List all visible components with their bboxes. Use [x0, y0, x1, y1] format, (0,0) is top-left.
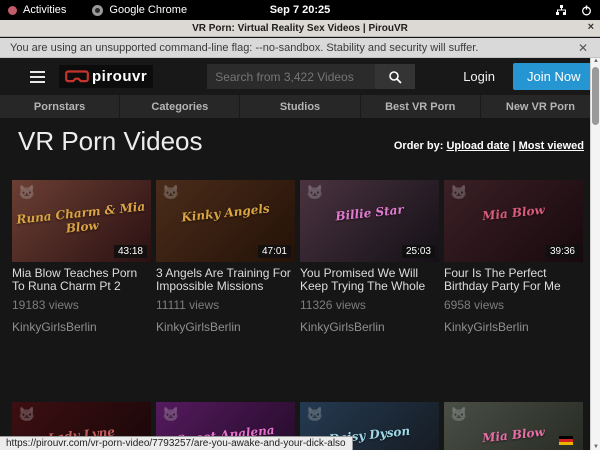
menu-hamburger-icon[interactable] [30, 71, 45, 83]
video-title-link[interactable]: Mia Blow Teaches Porn To Runa Charm Pt 2 [12, 267, 151, 294]
studio-cat-watermark-icon: 🐱 [18, 184, 35, 201]
nav-item-pornstars[interactable]: Pornstars [0, 95, 120, 118]
browser-tab-title: VR Porn: Virtual Reality Sex Videos | Pi… [192, 23, 408, 34]
video-view-count: 11326 views [300, 298, 439, 312]
status-bar-url: https://pirouvr.com/vr-porn-video/779325… [0, 436, 353, 450]
order-by-separator: | [512, 140, 515, 152]
video-title-link[interactable]: Four Is The Perfect Birthday Party For M… [444, 267, 583, 294]
video-card[interactable]: 🐱 Runa Charm & Mia Blow 43:18 Mia Blow T… [12, 180, 151, 334]
studio-cat-watermark-icon: 🐱 [450, 406, 467, 423]
scrollbar-down-arrow-icon[interactable]: ▼ [591, 444, 600, 450]
video-card[interactable]: 🐱 Sweet Analena 36:30 Watch Me Getting D… [156, 334, 295, 450]
video-title-link[interactable]: 3 Angels Are Training For Impossible Mis… [156, 267, 295, 294]
video-thumbnail[interactable]: 🐱 Billie Star 25:03 [300, 180, 439, 262]
video-view-count: 11111 views [156, 298, 295, 312]
video-duration-badge: 47:01 [258, 245, 291, 258]
vr-goggles-icon [65, 70, 89, 83]
video-studio-link[interactable]: KinkyGirlsBerlin [156, 320, 295, 334]
video-thumbnail[interactable]: 🐱 Mia Blow 35:58 [444, 402, 583, 450]
screen: Activities Google Chrome Sep 7 20:25 VR … [0, 0, 600, 450]
warning-close-icon[interactable]: ✕ [578, 41, 588, 55]
studio-cat-watermark-icon: 🐱 [18, 406, 35, 423]
page-scrollbar[interactable]: ▲ ▼ [590, 58, 600, 450]
nav-item-categories[interactable]: Categories [120, 95, 240, 118]
video-studio-link[interactable]: KinkyGirlsBerlin [444, 320, 583, 334]
nav-item-new-vr-porn[interactable]: New VR Porn [481, 95, 600, 118]
order-by: Order by: Upload date | Most viewed [394, 140, 584, 152]
video-view-count: 6958 views [444, 298, 583, 312]
page-title: VR Porn Videos [18, 126, 203, 157]
german-flag [559, 436, 573, 445]
scrollbar-up-arrow-icon[interactable]: ▲ [591, 58, 600, 64]
video-card[interactable]: 🐱 Mia Blow 39:36 Four Is The Perfect Bir… [444, 180, 583, 334]
network-icon[interactable] [555, 4, 567, 16]
browser-title-bar: VR Porn: Virtual Reality Sex Videos | Pi… [0, 20, 600, 37]
nav-item-best-vr-porn[interactable]: Best VR Porn [361, 95, 481, 118]
studio-cat-watermark-icon: 🐱 [162, 184, 179, 201]
warning-text: You are using an unsupported command-lin… [10, 42, 478, 54]
video-duration-badge: 43:18 [114, 245, 147, 258]
search-bar [207, 64, 415, 89]
studio-cat-watermark-icon: 🐱 [162, 406, 179, 423]
page-heading-row: VR Porn Videos Order by: Upload date | M… [0, 126, 600, 157]
video-card[interactable]: 🐱 Kinky Angels 47:01 3 Angels Are Traini… [156, 180, 295, 334]
video-duration-badge: 39:36 [546, 245, 579, 258]
site-logo-text: pirouvr [92, 68, 147, 85]
window-close-button[interactable]: × [588, 21, 594, 33]
video-card[interactable]: 🐱 Billie Star 25:03 You Promised We Will… [300, 180, 439, 334]
studio-cat-watermark-icon: 🐱 [306, 184, 323, 201]
thumbnail-overlay-title: Kinky Angels [156, 199, 295, 227]
order-by-most-viewed-link[interactable]: Most viewed [519, 140, 584, 152]
chrome-warning-bar: You are using an unsupported command-lin… [0, 38, 600, 58]
scrollbar-thumb[interactable] [592, 67, 599, 125]
studio-cat-watermark-icon: 🐱 [306, 406, 323, 423]
studio-cat-watermark-icon: 🐱 [450, 184, 467, 201]
video-studio-link[interactable]: KinkyGirlsBerlin [300, 320, 439, 334]
search-button[interactable] [375, 64, 415, 89]
clock[interactable]: Sep 7 20:25 [0, 4, 600, 16]
video-card[interactable]: 🐱 Lady Lyne 30:17 Are You Awake And Your… [12, 334, 151, 450]
site-logo[interactable]: pirouvr [59, 65, 153, 88]
thumbnail-overlay-title: Runa Charm & Mia Blow [12, 199, 151, 241]
login-link[interactable]: Login [463, 69, 495, 84]
search-input[interactable] [207, 64, 375, 89]
video-card[interactable]: 🐱 Mia Blow 35:58 Milf Teaches The Teache… [444, 334, 583, 450]
video-view-count: 19183 views [12, 298, 151, 312]
video-duration-badge: 25:03 [402, 245, 435, 258]
site-header: pirouvr Login Join Now [0, 58, 600, 95]
video-studio-link[interactable]: KinkyGirlsBerlin [12, 320, 151, 334]
order-by-label: Order by: [394, 140, 444, 152]
order-by-upload-date-link[interactable]: Upload date [446, 140, 509, 152]
nav-item-studios[interactable]: Studios [240, 95, 360, 118]
search-icon [388, 70, 402, 84]
video-grid: 🐱 Runa Charm & Mia Blow 43:18 Mia Blow T… [0, 180, 600, 450]
video-title-link[interactable]: You Promised We Will Keep Trying The Who… [300, 267, 439, 294]
video-thumbnail[interactable]: 🐱 Runa Charm & Mia Blow 43:18 [12, 180, 151, 262]
thumbnail-overlay-title: Billie Star [300, 199, 439, 227]
power-icon[interactable] [581, 5, 592, 16]
video-thumbnail[interactable]: 🐱 Mia Blow 39:36 [444, 180, 583, 262]
thumbnail-overlay-title: Mia Blow [444, 199, 583, 227]
video-thumbnail[interactable]: 🐱 Kinky Angels 47:01 [156, 180, 295, 262]
join-now-button[interactable]: Join Now [513, 63, 594, 90]
video-card[interactable]: 🐱 Daisy Dyson 33:59 Im Fucking Your Virg… [300, 334, 439, 450]
main-nav: Pornstars Categories Studios Best VR Por… [0, 95, 600, 118]
os-top-bar: Activities Google Chrome Sep 7 20:25 [0, 0, 600, 20]
